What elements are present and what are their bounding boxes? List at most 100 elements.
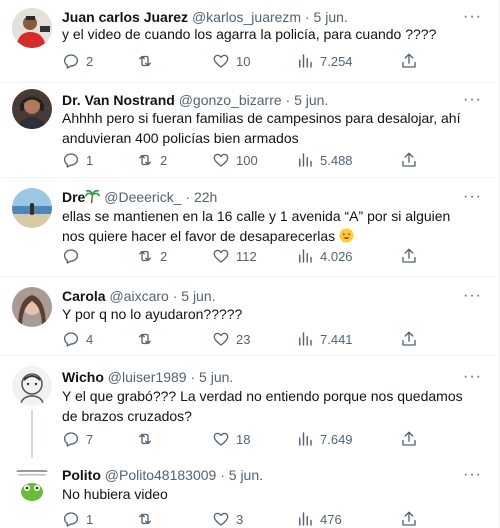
tweet-header: Wicho @luiser1989 · 5 jun. — [62, 368, 466, 386]
reply-button[interactable] — [62, 246, 86, 266]
timestamp[interactable]: 5 jun. — [314, 9, 348, 25]
avatar[interactable] — [12, 89, 52, 129]
views-button[interactable]: 5.488 — [296, 150, 353, 170]
user-handle[interactable]: @Deeerick_ — [104, 189, 181, 205]
tweet-header: Carola @aixcaro · 5 jun. — [62, 287, 466, 305]
reply-count: 1 — [86, 152, 94, 168]
views-button[interactable]: 7.254 — [296, 51, 353, 71]
like-button[interactable]: 112 — [212, 246, 257, 266]
retweet-button[interactable]: 2 — [136, 150, 167, 170]
separator-dot: · — [220, 467, 225, 483]
separator-dot: · — [190, 369, 196, 385]
action-bar: 2 112 4.026 — [62, 246, 422, 266]
heart-icon — [213, 332, 229, 346]
share-icon — [402, 511, 416, 526]
reply-button[interactable]: 2 — [62, 51, 93, 71]
user-handle[interactable]: @luiser1989 — [108, 369, 187, 385]
bar-chart-icon — [299, 512, 312, 526]
reply-button[interactable]: 1 — [62, 150, 93, 170]
display-name[interactable]: Wicho — [62, 369, 104, 385]
like-button[interactable]: 23 — [212, 329, 250, 349]
like-button[interactable]: 18 — [212, 429, 250, 449]
tweet[interactable]: Polito @Polito48183009 · 5 jun. ··· No h… — [0, 458, 496, 528]
timestamp[interactable]: 5 jun. — [181, 288, 215, 304]
retweet-icon — [139, 433, 151, 445]
views-button[interactable]: 7.649 — [296, 429, 353, 449]
view-count: 7.254 — [320, 53, 353, 69]
retweet-icon — [139, 250, 151, 262]
share-button[interactable] — [400, 329, 424, 349]
like-button[interactable]: 10 — [212, 51, 250, 71]
display-name[interactable]: Dre — [62, 189, 85, 205]
user-handle[interactable]: @karlos_juarezm — [192, 9, 301, 25]
avatar[interactable] — [12, 188, 52, 228]
action-bar: 2 10 7.254 — [62, 51, 422, 71]
view-count: 476 — [320, 511, 342, 527]
display-name[interactable]: Dr. Van Nostrand — [62, 92, 175, 108]
reply-button[interactable]: 1 — [62, 509, 93, 528]
retweet-icon — [139, 154, 151, 166]
more-options-icon[interactable]: ··· — [463, 369, 482, 385]
share-button[interactable] — [400, 509, 424, 528]
more-options-icon[interactable]: ··· — [463, 288, 482, 304]
share-button[interactable] — [400, 150, 424, 170]
timestamp[interactable]: 22h — [194, 189, 217, 205]
heart-eyes-emoji — [339, 228, 354, 243]
separator-dot: · — [304, 9, 310, 25]
avatar[interactable] — [12, 464, 52, 504]
timestamp[interactable]: 5 jun. — [294, 92, 328, 108]
reply-count: 7 — [86, 431, 94, 447]
timestamp[interactable]: 5 jun. — [229, 467, 263, 483]
reply-button[interactable]: 7 — [62, 429, 93, 449]
palm-tree-icon — [85, 189, 101, 204]
more-options-icon[interactable]: ··· — [463, 189, 482, 205]
tweet-text: No hubiera video — [62, 486, 168, 502]
avatar[interactable] — [12, 287, 52, 327]
action-bar: 4 23 7.441 — [62, 329, 422, 349]
user-handle[interactable]: @gonzo_bizarre — [179, 92, 282, 108]
display-name[interactable]: Polito — [62, 467, 101, 483]
like-count: 100 — [236, 152, 258, 168]
retweet-button[interactable] — [136, 429, 160, 449]
timestamp[interactable]: 5 jun. — [199, 369, 233, 385]
action-bar: 1 2 100 5.488 — [62, 150, 422, 170]
share-button[interactable] — [400, 51, 424, 71]
like-button[interactable]: 100 — [212, 150, 258, 170]
user-handle[interactable]: @aixcaro — [109, 288, 168, 304]
share-button[interactable] — [400, 429, 424, 449]
retweet-button[interactable] — [136, 51, 160, 71]
share-icon — [402, 431, 416, 446]
avatar[interactable] — [12, 366, 52, 406]
display-name[interactable]: Juan carlos Juarez — [62, 9, 188, 25]
more-options-icon[interactable]: ··· — [463, 92, 482, 108]
like-button[interactable]: 3 — [212, 509, 243, 528]
reply-count: 4 — [86, 331, 94, 347]
tweet[interactable]: Carola @aixcaro · 5 jun. ··· Y por q no … — [0, 277, 496, 356]
reply-icon — [63, 153, 79, 168]
user-handle[interactable]: @Polito48183009 — [105, 467, 217, 483]
tweet[interactable]: Wicho @luiser1989 · 5 jun. ··· Y el que … — [0, 356, 496, 458]
views-button[interactable]: 7.441 — [296, 329, 353, 349]
reply-button[interactable]: 4 — [62, 329, 93, 349]
more-options-icon[interactable]: ··· — [463, 467, 482, 483]
retweet-button[interactable] — [136, 509, 160, 528]
heart-icon — [213, 432, 229, 446]
more-options-icon[interactable]: ··· — [463, 9, 482, 25]
tweet[interactable]: Juan carlos Juarez @karlos_juarezm · 5 j… — [0, 0, 496, 83]
views-button[interactable]: 476 — [296, 509, 342, 528]
tweet-text: Y por q no lo ayudaron????? — [62, 306, 243, 322]
avatar[interactable] — [12, 8, 52, 48]
tweet[interactable]: Dr. Van Nostrand @gonzo_bizarre · 5 jun.… — [0, 83, 496, 178]
bar-chart-icon — [299, 54, 312, 68]
tweet[interactable]: Dre @Deeerick_ · 22h ··· ellas se mantie… — [0, 178, 496, 277]
retweet-button[interactable]: 2 — [136, 246, 167, 266]
share-button[interactable] — [400, 246, 424, 266]
reply-feed: Juan carlos Juarez @karlos_juarezm · 5 j… — [0, 0, 500, 528]
display-name[interactable]: Carola — [62, 288, 106, 304]
action-bar: 1 3 476 — [62, 509, 422, 528]
separator-dot: · — [285, 92, 291, 108]
heart-icon — [213, 512, 229, 526]
retweet-button[interactable] — [136, 329, 160, 349]
heart-icon — [213, 153, 229, 167]
views-button[interactable]: 4.026 — [296, 246, 353, 266]
